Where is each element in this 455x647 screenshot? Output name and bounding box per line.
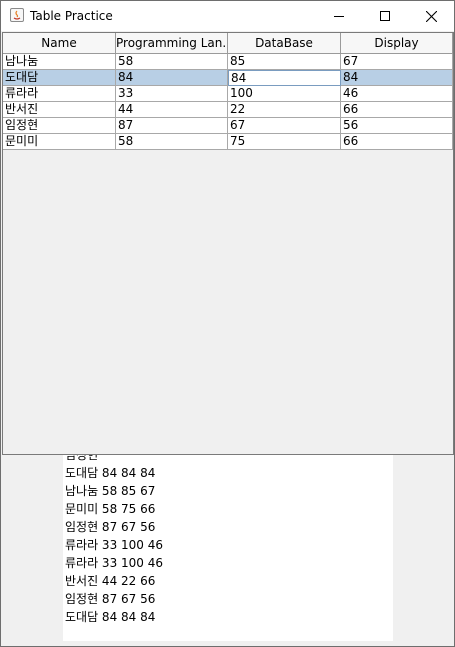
log-line: 류라라 33 100 46: [65, 556, 164, 570]
table-cell[interactable]: 반서진: [3, 102, 116, 118]
column-header-display[interactable]: Display: [341, 33, 453, 54]
table-cell[interactable]: 44: [116, 102, 228, 118]
table-header: Name Programming Lan... DataBase Display: [3, 33, 453, 54]
minimize-button[interactable]: [316, 1, 362, 31]
table-cell[interactable]: 66: [341, 102, 453, 118]
log-line: 도대담 84 84 84: [65, 466, 156, 480]
table-cell[interactable]: 100: [228, 86, 341, 102]
table-cell[interactable]: 66: [341, 134, 453, 150]
table-cell[interactable]: 22: [228, 102, 341, 118]
close-icon: [425, 10, 437, 22]
column-header-programming-language[interactable]: Programming Lan...: [116, 33, 228, 54]
table-cell[interactable]: 84: [116, 70, 228, 86]
table-cell[interactable]: 87: [116, 118, 228, 134]
table-row[interactable]: 임정현 87 67 56: [3, 118, 453, 134]
log-line: 임정현 87 67 56: [65, 520, 156, 534]
log-line: 임정현: [65, 455, 99, 462]
table-row[interactable]: 문미미 58 75 66: [3, 134, 453, 150]
log-line: 남나눔 58 85 67: [65, 484, 156, 498]
log-line: 반서진 44 22 66: [65, 574, 156, 588]
title-bar[interactable]: Table Practice: [1, 1, 454, 31]
log-line: 임정현 87 67 56: [65, 592, 156, 606]
table-cell[interactable]: 임정현: [3, 118, 116, 134]
table-cell-focused[interactable]: 84: [228, 70, 341, 86]
table-cell[interactable]: 56: [341, 118, 453, 134]
maximize-icon: [380, 11, 390, 21]
table-cell[interactable]: 류라라: [3, 86, 116, 102]
table-cell[interactable]: 84: [341, 70, 453, 86]
maximize-button[interactable]: [362, 1, 408, 31]
table-cell[interactable]: 58: [116, 54, 228, 70]
table-cell[interactable]: 67: [228, 118, 341, 134]
minimize-icon: [334, 16, 344, 17]
table-cell[interactable]: 75: [228, 134, 341, 150]
table-cell[interactable]: 85: [228, 54, 341, 70]
column-header-database[interactable]: DataBase: [228, 33, 341, 54]
log-line: 문미미 58 75 66: [65, 502, 156, 516]
table-row[interactable]: 남나눔 58 85 67: [3, 54, 453, 70]
table-row[interactable]: 반서진 44 22 66: [3, 102, 453, 118]
log-text-area[interactable]: 임정현 도대담 84 84 84 남나눔 58 85 67 문미미 58 75 …: [63, 455, 393, 641]
java-app-icon: [10, 8, 24, 22]
table-cell[interactable]: 문미미: [3, 134, 116, 150]
table-cell[interactable]: 58: [116, 134, 228, 150]
log-line: 류라라 33 100 46: [65, 538, 164, 552]
log-line: 도대담 84 84 84: [65, 610, 156, 624]
table-cell[interactable]: 도대담: [3, 70, 116, 86]
table-cell[interactable]: 67: [341, 54, 453, 70]
table-scroll-pane[interactable]: Name Programming Lan... DataBase Display…: [2, 32, 454, 455]
app-window: Table Practice Name Programming Lan... D…: [0, 0, 455, 647]
table-body: 남나눔 58 85 67 도대담 84 84 84 류라라 33 100 46: [3, 54, 453, 150]
table-row[interactable]: 류라라 33 100 46: [3, 86, 453, 102]
table-cell[interactable]: 33: [116, 86, 228, 102]
window-title: Table Practice: [30, 9, 113, 23]
table-row-selected[interactable]: 도대담 84 84 84: [3, 70, 453, 86]
column-header-name[interactable]: Name: [3, 33, 116, 54]
close-button[interactable]: [408, 1, 454, 31]
table-cell[interactable]: 46: [341, 86, 453, 102]
content-pane: Name Programming Lan... DataBase Display…: [2, 32, 454, 645]
table-cell[interactable]: 남나눔: [3, 54, 116, 70]
